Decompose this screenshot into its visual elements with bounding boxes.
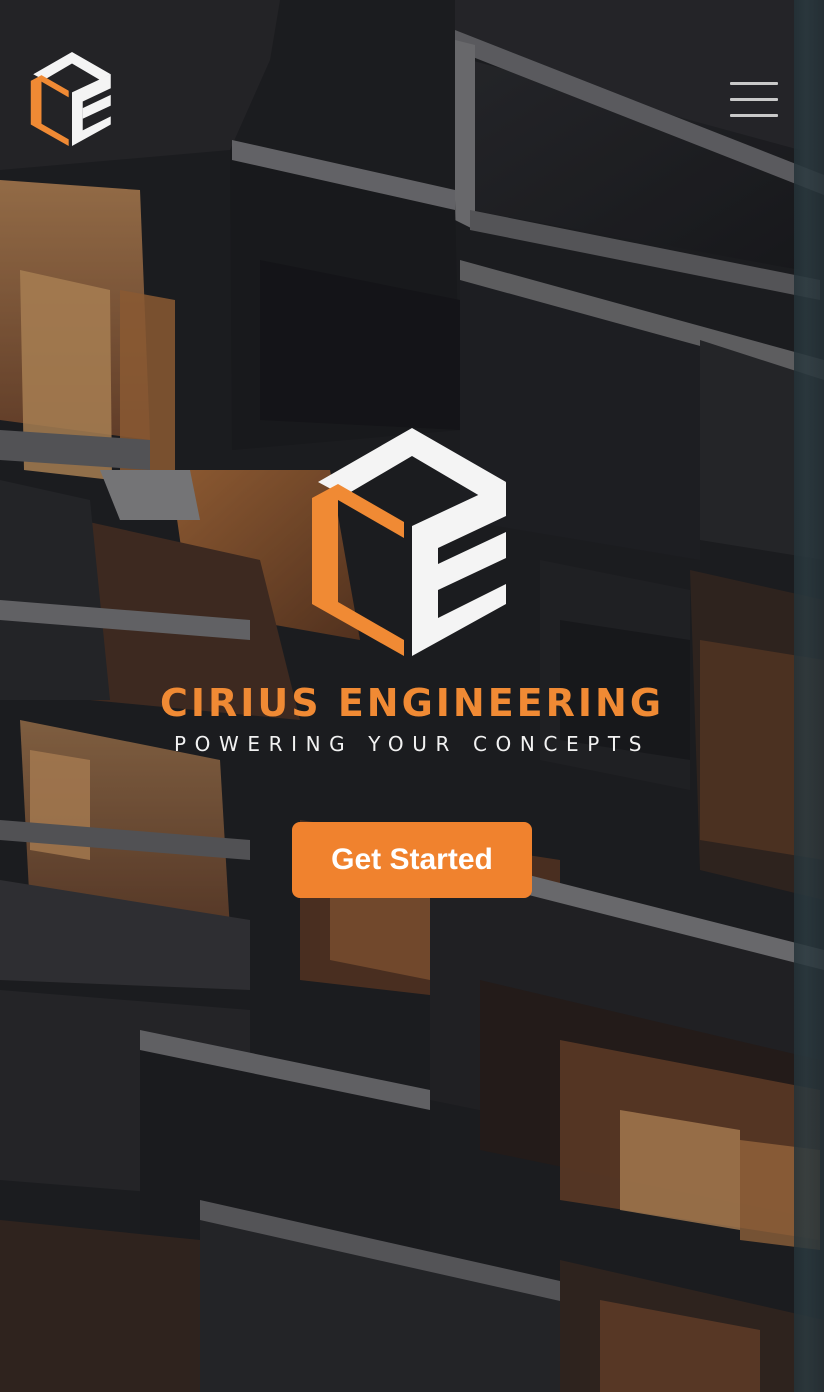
hamburger-menu-button[interactable] xyxy=(726,78,782,122)
menu-bar-bottom xyxy=(730,114,778,117)
get-started-button[interactable]: Get Started xyxy=(292,822,532,898)
menu-bar-top xyxy=(730,82,778,85)
cirius-engineering-cube-logo[interactable] xyxy=(30,52,114,146)
site-header xyxy=(0,0,824,200)
menu-bar-middle xyxy=(730,98,778,101)
brand-name: CIRIUS ENGINEERING xyxy=(159,681,665,725)
brand-tagline: POWERING YOUR CONCEPTS xyxy=(173,732,651,756)
cirius-engineering-hero-logo xyxy=(312,428,506,656)
landing-page: CIRIUS ENGINEERING POWERING YOUR CONCEPT… xyxy=(0,0,824,1392)
background-edge-strip xyxy=(794,0,824,1392)
